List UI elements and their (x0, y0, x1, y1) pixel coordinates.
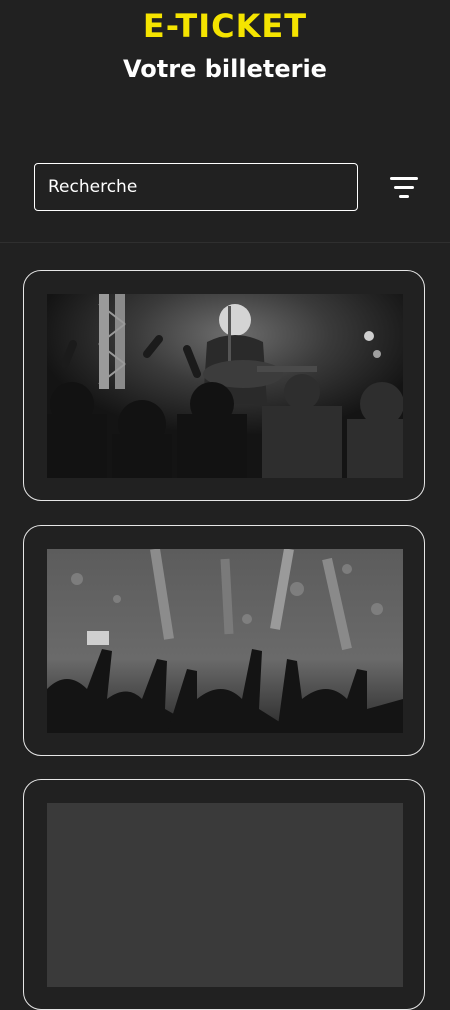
search-input[interactable] (34, 163, 358, 211)
filter-icon (390, 177, 418, 198)
concert-crowd-lights-photo (47, 549, 403, 733)
filter-button[interactable] (382, 172, 426, 206)
header-divider (0, 242, 450, 243)
event-card[interactable] (23, 270, 425, 501)
app-title: E-TICKET (142, 7, 308, 45)
event-card[interactable] (23, 779, 425, 1010)
concert-guitarist-photo (47, 294, 403, 478)
page-subtitle: Votre billeterie (123, 55, 327, 83)
event-photo (47, 803, 403, 987)
event-card[interactable] (23, 525, 425, 756)
